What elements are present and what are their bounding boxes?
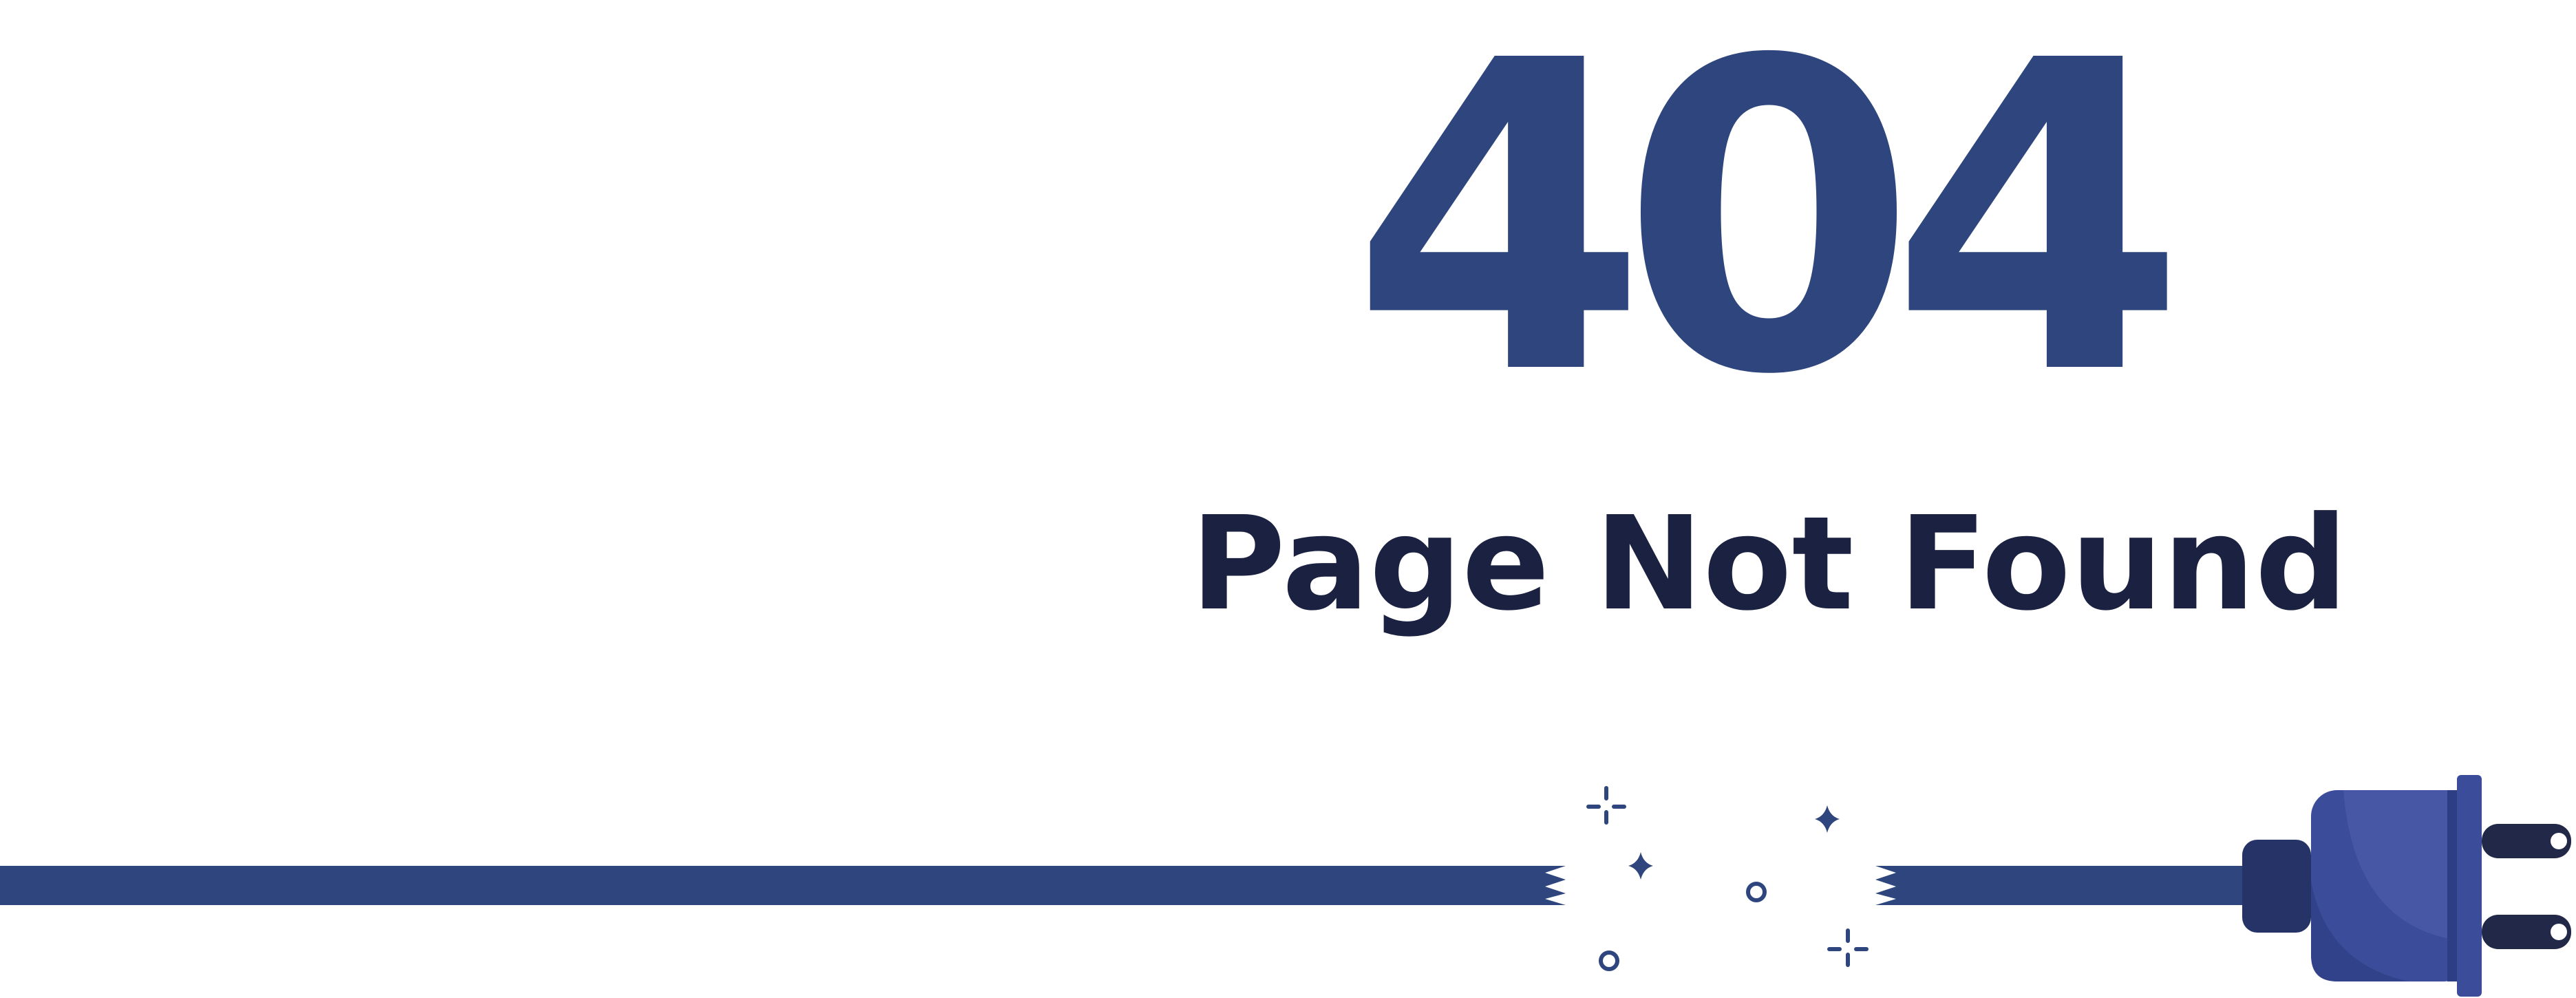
error-code: 404 xyxy=(1350,0,2186,468)
error-page: 404 Page Not Found xyxy=(0,0,2576,998)
left-cable xyxy=(0,866,1566,905)
unplugged-cable-illustration xyxy=(0,775,2571,997)
star-sparkle-icon xyxy=(1628,805,1840,880)
error-message: Page Not Found xyxy=(1191,489,2348,639)
plug-icon xyxy=(2242,775,2571,997)
right-cable xyxy=(1875,866,2250,905)
